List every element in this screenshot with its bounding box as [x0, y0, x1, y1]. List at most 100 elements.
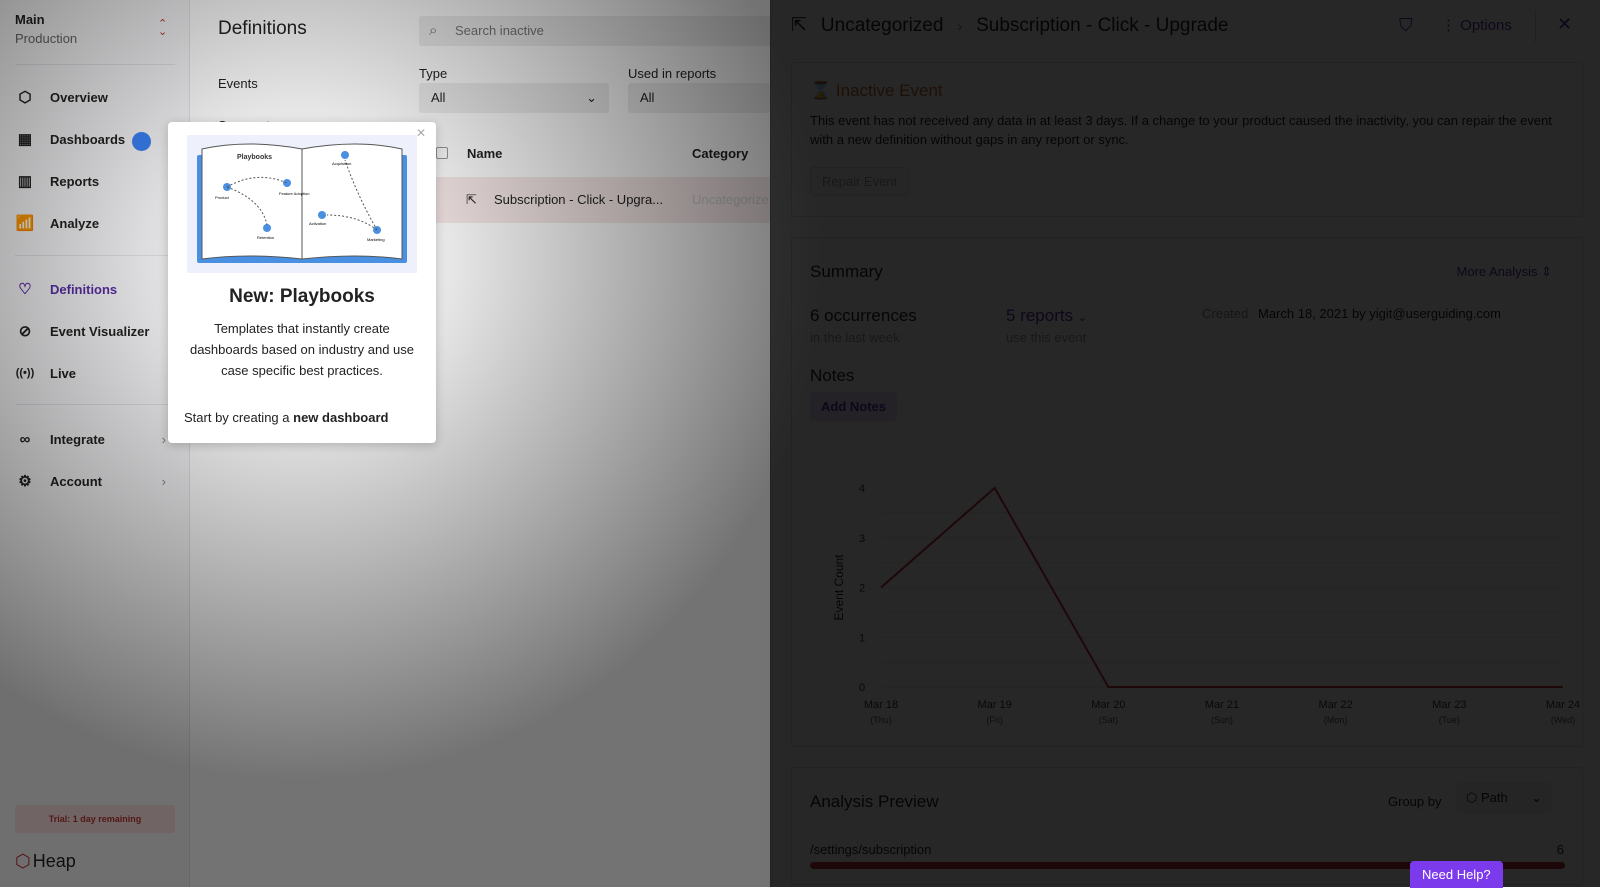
label: Reports — [50, 174, 99, 189]
sidebar-item-account[interactable]: ⚙Account› — [0, 466, 190, 496]
more-analysis-button[interactable]: More Analysis ⇕ — [1457, 264, 1552, 280]
chevron-right-icon: › — [162, 474, 166, 489]
inactive-text: This event has not received any data in … — [810, 111, 1560, 149]
select-all-checkbox[interactable] — [436, 147, 448, 159]
integrate-icon: ∞ — [15, 431, 35, 448]
notes-title: Notes — [810, 366, 854, 386]
x-tick-label: Mar 22 — [1319, 699, 1353, 711]
x-tick-label: Mar 21 — [1205, 699, 1239, 711]
x-tick-sublabel: (Wed) — [1551, 715, 1575, 725]
options-button[interactable]: ⋮ Options — [1441, 16, 1512, 34]
label: Dashboards — [50, 132, 125, 147]
chevron-updown-icon: ⇕ — [1541, 264, 1552, 279]
env-name: Main — [15, 12, 77, 27]
sidebar-item-overview[interactable]: ⬡Overview — [0, 82, 190, 112]
definitions-icon: ♡ — [15, 280, 35, 298]
inactive-card: ⌛ Inactive Event This event has not rece… — [791, 62, 1583, 217]
group-by-value: Path — [1481, 790, 1508, 805]
divider — [15, 64, 175, 65]
beacon-dot[interactable] — [132, 132, 151, 151]
cursor-click-icon: ⇱ — [466, 177, 477, 223]
sidebar-item-live[interactable]: ((•)) Live — [0, 358, 190, 388]
sidebar-item-definitions[interactable]: ♡Definitions — [0, 274, 190, 304]
cta-link[interactable]: new dashboard — [293, 410, 388, 425]
table-row[interactable]: ⇱Subscription - Click - Upgra...Uncatego… — [436, 177, 770, 223]
x-tick-label: Mar 23 — [1432, 699, 1466, 711]
column-name[interactable]: Name — [467, 146, 502, 161]
inactive-title-text: Inactive Event — [836, 81, 943, 100]
kebab-icon: ⋮ — [1441, 17, 1460, 34]
label: Account — [50, 474, 102, 489]
sidebar-item-analyze[interactable]: 📶 Analyze — [0, 208, 190, 238]
sidebar-item-reports[interactable]: ▥Reports — [0, 166, 190, 196]
type-value: All — [431, 90, 445, 105]
label: Live — [50, 366, 76, 381]
reports-dropdown[interactable]: 5 reports ⌄ — [1006, 306, 1087, 326]
inactive-title: ⌛ Inactive Event — [810, 81, 943, 101]
x-tick-sublabel: (Sun) — [1211, 715, 1233, 725]
breadcrumb-event: Subscription - Click - Upgrade — [976, 15, 1228, 37]
used-select[interactable]: All — [628, 83, 770, 113]
more-analysis-label: More Analysis — [1457, 264, 1538, 279]
divider — [15, 255, 175, 256]
x-tick-sublabel: (Mon) — [1324, 715, 1348, 725]
verify-shield-icon[interactable]: ⛉ — [1399, 15, 1413, 36]
occurrences: 6 occurrences — [810, 306, 917, 326]
occurrences-sub: in the last week — [810, 330, 900, 345]
illustration-label: Acquisition — [332, 161, 351, 166]
x-tick-label: Mar 20 — [1091, 699, 1125, 711]
close-icon[interactable]: ✕ — [416, 126, 426, 140]
sidebar-item-event-visualizer[interactable]: ⊘Event Visualizer — [0, 316, 190, 346]
popup-cta[interactable]: Start by creating a new dashboard — [184, 410, 388, 425]
x-tick-sublabel: (Sat) — [1099, 715, 1119, 725]
close-icon[interactable]: ✕ — [1557, 14, 1572, 35]
x-tick-sublabel: (Tue) — [1439, 715, 1460, 725]
search-input[interactable]: ⌕Search inactive — [419, 16, 779, 46]
heap-logo: ⬡Heap — [15, 851, 76, 872]
grid-icon: ▦ — [15, 130, 35, 148]
sidebar: Main Production ⌃⌄ ⬡Overview ▦ Dashboards… — [0, 0, 190, 887]
illustration-label: Activation — [309, 221, 326, 226]
y-tick-label: 0 — [859, 682, 865, 694]
column-category[interactable]: Category — [692, 146, 748, 161]
search-placeholder: Search inactive — [455, 23, 544, 38]
used-value: All — [640, 90, 654, 105]
breadcrumb-category[interactable]: Uncategorized — [821, 15, 944, 37]
reports-count: 5 reports — [1006, 306, 1073, 325]
cursor-click-icon: ⇱ — [791, 14, 807, 37]
created-label: Created — [1202, 306, 1248, 321]
event-detail-panel: ⇱ Uncategorized › Subscription - Click -… — [770, 0, 1600, 887]
summary-title: Summary — [810, 262, 883, 282]
sidebar-item-dashboards[interactable]: ▦ Dashboards — [0, 124, 190, 154]
x-tick-label: Mar 24 — [1546, 699, 1580, 711]
chevron-updown-icon[interactable]: ⌃⌄ — [158, 20, 167, 36]
illustration-title: Playbooks — [237, 154, 272, 161]
need-help-button[interactable]: Need Help? — [1410, 861, 1503, 888]
analyze-icon: 📶 — [15, 214, 35, 232]
popup-title: New: Playbooks — [168, 286, 436, 308]
used-label: Used in reports — [628, 66, 716, 81]
cta-prefix: Start by creating a — [184, 410, 293, 425]
preview-title: Analysis Preview — [810, 792, 939, 812]
sidebar-item-integrate[interactable]: ∞Integrate› — [0, 424, 190, 454]
label: Integrate — [50, 432, 105, 447]
options-label: Options — [1460, 17, 1512, 34]
nav-events[interactable]: Events — [218, 76, 258, 91]
repair-event-button[interactable]: Repair Event — [810, 167, 909, 196]
trial-badge[interactable]: Trial: 1 day remaining — [15, 805, 175, 833]
divider — [15, 404, 175, 405]
path-count: 6 — [1557, 842, 1564, 857]
event-count-chart: 01234Event CountMar 18(Thu)Mar 19(Fri)Ma… — [791, 470, 1581, 740]
label: Event Visualizer — [50, 324, 149, 339]
label: Analyze — [50, 216, 99, 231]
reports-sub: use this event — [1006, 330, 1086, 345]
chevron-down-icon: ⌄ — [586, 83, 597, 113]
add-notes-button[interactable]: Add Notes — [810, 392, 897, 421]
live-icon: ((•)) — [15, 367, 35, 379]
type-select[interactable]: All ⌄ — [419, 83, 609, 113]
y-tick-label: 4 — [859, 483, 865, 495]
breadcrumb: ⇱ Uncategorized › Subscription - Click -… — [791, 14, 1229, 37]
type-label: Type — [419, 66, 447, 81]
group-by-select[interactable]: ⬡ Path⌄ — [1456, 782, 1552, 814]
environment-switcher[interactable]: Main Production — [15, 12, 77, 46]
